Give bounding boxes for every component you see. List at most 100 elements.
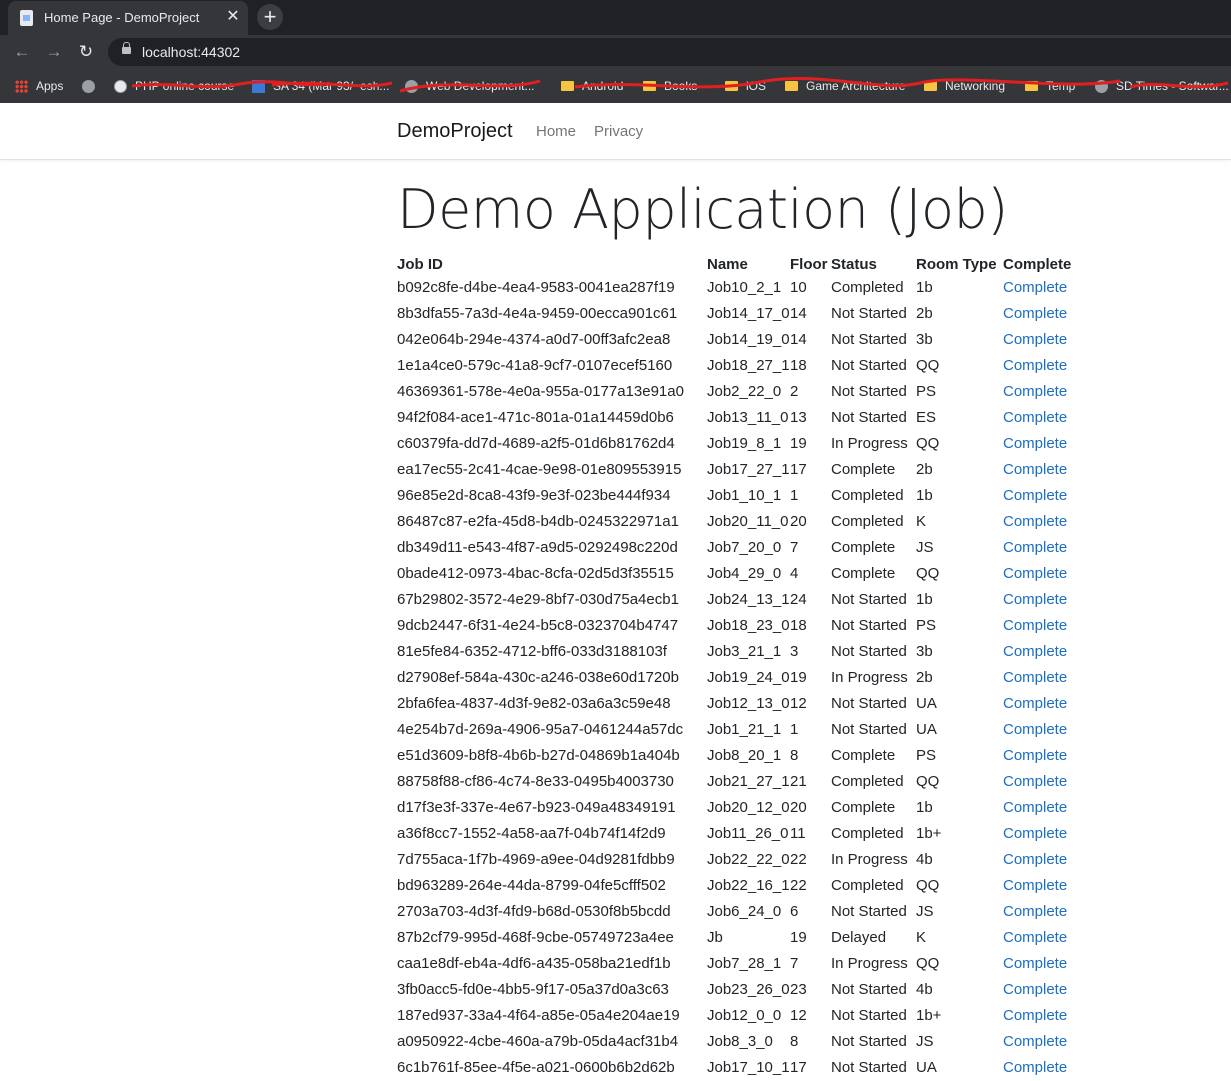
complete-job-link[interactable]: Complete xyxy=(1003,669,1067,686)
complete-job-link[interactable]: Complete xyxy=(1003,1059,1067,1076)
complete-job-link[interactable]: Complete xyxy=(1003,903,1067,920)
bookmark-label: Android xyxy=(582,79,624,93)
bookmark-temp[interactable]: Temp xyxy=(1025,69,1075,103)
bookmark-game-architecture[interactable]: Game Architecture xyxy=(785,69,905,103)
complete-action-cell: Complete xyxy=(1003,691,1093,717)
nav-link-home[interactable]: Home xyxy=(536,123,576,140)
table-row: 1e1a4ce0-579c-41a8-9cf7-0107ecef5160 Job1… xyxy=(397,353,1093,379)
complete-job-link[interactable]: Complete xyxy=(1003,617,1067,634)
room-type-cell: ES xyxy=(916,409,937,426)
bookmark-php-course[interactable]: PHP online course xyxy=(114,69,234,103)
bookmark-networking[interactable]: Networking xyxy=(924,69,1005,103)
job-name-cell: Job20_12_0 xyxy=(707,799,790,816)
new-tab-button[interactable]: + xyxy=(257,4,283,30)
status-cell: Not Started xyxy=(831,695,907,712)
complete-job-link[interactable]: Complete xyxy=(1003,435,1067,452)
complete-job-link[interactable]: Complete xyxy=(1003,591,1067,608)
status-cell: In Progress xyxy=(831,955,908,972)
floor-cell: 24 xyxy=(790,591,807,608)
complete-job-link[interactable]: Complete xyxy=(1003,539,1067,556)
complete-job-link[interactable]: Complete xyxy=(1003,643,1067,660)
complete-action-cell: Complete xyxy=(1003,561,1093,587)
room-type-cell: QQ xyxy=(916,877,940,894)
back-arrow-icon[interactable]: ← xyxy=(10,40,34,64)
complete-job-link[interactable]: Complete xyxy=(1003,461,1067,478)
complete-job-link[interactable]: Complete xyxy=(1003,695,1067,712)
room-type-cell: 1b+ xyxy=(916,1007,942,1024)
jobs-table-body: b092c8fe-d4be-4ea4-9583-0041ea287f19 Job1… xyxy=(397,275,1093,1081)
complete-job-link[interactable]: Complete xyxy=(1003,929,1067,946)
complete-action-cell: Complete xyxy=(1003,795,1093,821)
complete-job-link[interactable]: Complete xyxy=(1003,357,1067,374)
column-header-room-type: Room Type xyxy=(916,256,997,273)
status-cell: In Progress xyxy=(831,435,908,452)
browser-tab[interactable]: Home Page - DemoProject ✕ xyxy=(8,1,248,35)
complete-job-link[interactable]: Complete xyxy=(1003,747,1067,764)
status-cell: Completed xyxy=(831,877,904,894)
room-type-cell: JS xyxy=(916,1033,934,1050)
job-name-cell: Job18_23_0 xyxy=(707,617,790,634)
bookmark-label: iOS xyxy=(746,79,767,93)
floor-cell: 20 xyxy=(790,799,807,816)
bookmark-web-development[interactable]: Web Development... xyxy=(405,69,535,103)
complete-job-link[interactable]: Complete xyxy=(1003,981,1067,998)
floor-cell: 18 xyxy=(790,357,807,374)
complete-job-link[interactable]: Complete xyxy=(1003,383,1067,400)
folder-icon xyxy=(785,81,798,91)
room-type-cell: 2b xyxy=(916,305,933,322)
job-name-cell: Job1_21_1 xyxy=(707,721,782,738)
job-name-cell: Job1_10_1 xyxy=(707,487,782,504)
bookmark-label: Temp xyxy=(1046,79,1076,93)
bookmark-books[interactable]: Books xyxy=(643,69,697,103)
complete-action-cell: Complete xyxy=(1003,405,1093,431)
job-id-cell: db349d11-e543-4f87-a9d5-0292498c220d xyxy=(397,539,678,556)
app-navbar: DemoProject Home Privacy xyxy=(0,103,1231,160)
complete-job-link[interactable]: Complete xyxy=(1003,773,1067,790)
bookmark-sa34[interactable]: SA 34 (Mar 93/~esh... xyxy=(252,69,389,103)
table-row: 8b3dfa55-7a3d-4e4a-9459-00ecca901c61 Job1… xyxy=(397,301,1093,327)
complete-job-link[interactable]: Complete xyxy=(1003,1007,1067,1024)
complete-action-cell: Complete xyxy=(1003,275,1093,301)
complete-job-link[interactable]: Complete xyxy=(1003,877,1067,894)
complete-action-cell: Complete xyxy=(1003,717,1093,743)
complete-action-cell: Complete xyxy=(1003,587,1093,613)
complete-action-cell: Complete xyxy=(1003,769,1093,795)
bookmark-android[interactable]: Android xyxy=(561,69,623,103)
brand-link[interactable]: DemoProject xyxy=(397,120,513,143)
complete-job-link[interactable]: Complete xyxy=(1003,955,1067,972)
complete-job-link[interactable]: Complete xyxy=(1003,799,1067,816)
complete-job-link[interactable]: Complete xyxy=(1003,825,1067,842)
complete-action-cell: Complete xyxy=(1003,327,1093,353)
job-id-cell: a36f8cc7-1552-4a58-aa7f-04b74f14f2d9 xyxy=(397,825,666,842)
complete-job-link[interactable]: Complete xyxy=(1003,513,1067,530)
complete-job-link[interactable]: Complete xyxy=(1003,1033,1067,1050)
complete-job-link[interactable]: Complete xyxy=(1003,565,1067,582)
complete-job-link[interactable]: Complete xyxy=(1003,279,1067,296)
address-bar[interactable]: localhost:44302 xyxy=(108,38,1231,66)
close-tab-icon[interactable]: ✕ xyxy=(224,8,242,26)
complete-job-link[interactable]: Complete xyxy=(1003,409,1067,426)
nav-link-privacy[interactable]: Privacy xyxy=(594,123,643,140)
bookmark-sd-times[interactable]: SD Times - Softwar... xyxy=(1095,69,1229,103)
job-id-cell: 9dcb2447-6f31-4e24-b5c8-0323704b4747 xyxy=(397,617,679,634)
job-id-cell: bd963289-264e-44da-8799-04fe5cfff502 xyxy=(397,877,666,894)
room-type-cell: 1b xyxy=(916,591,933,608)
complete-job-link[interactable]: Complete xyxy=(1003,331,1067,348)
page-title: Demo Application (Job) xyxy=(397,178,1008,241)
complete-job-link[interactable]: Complete xyxy=(1003,305,1067,322)
table-row: 46369361-578e-4e0a-955a-0177a13e91a0 Job2… xyxy=(397,379,1093,405)
globe-icon xyxy=(405,79,418,93)
folder-icon xyxy=(643,81,656,91)
complete-job-link[interactable]: Complete xyxy=(1003,851,1067,868)
bookmarks-bar: Apps PHP online course SA 34 (Mar 93/~es… xyxy=(0,69,1231,103)
bookmark-apps[interactable]: Apps xyxy=(15,69,63,103)
column-header-floor: Floor xyxy=(790,256,828,273)
bookmark-ios[interactable]: iOS xyxy=(725,69,766,103)
forward-arrow-icon[interactable]: → xyxy=(42,40,66,64)
reload-icon[interactable]: ↻ xyxy=(74,40,98,64)
table-row: ea17ec55-2c41-4cae-9e98-01e809553915 Job1… xyxy=(397,457,1093,483)
bookmark-globe[interactable] xyxy=(82,69,103,103)
complete-job-link[interactable]: Complete xyxy=(1003,721,1067,738)
complete-job-link[interactable]: Complete xyxy=(1003,487,1067,504)
column-header-status: Status xyxy=(831,256,877,273)
